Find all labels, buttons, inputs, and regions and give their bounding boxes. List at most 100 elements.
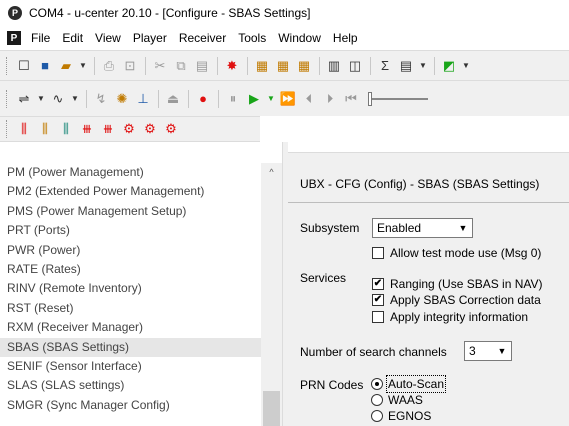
menu-edit[interactable]: Edit <box>62 31 83 45</box>
menu-player[interactable]: Player <box>133 31 167 45</box>
radio-icon <box>371 394 383 406</box>
prn-waas-label: WAAS <box>388 393 423 407</box>
chevron-down-icon[interactable]: ▼ <box>454 219 472 237</box>
record-icon[interactable]: ● <box>193 89 213 109</box>
cut-icon[interactable]: ✂ <box>150 56 170 76</box>
window-2-icon[interactable]: ▦ <box>273 56 293 76</box>
menu-help[interactable]: Help <box>333 31 358 45</box>
antenna-icon[interactable]: ⊥ <box>133 89 153 109</box>
clear-icon[interactable]: ✸ <box>222 56 242 76</box>
message-h-icon[interactable]: ⫼ <box>14 119 34 139</box>
toolbar-separator <box>434 56 435 75</box>
step-back-icon[interactable]: ⏴ <box>299 89 319 109</box>
list-item-pms[interactable]: PMS (Power Management Setup) <box>0 202 282 221</box>
eject-icon[interactable]: ⏏ <box>163 89 183 109</box>
chart-dropdown-icon[interactable]: ▼ <box>460 56 472 76</box>
list-dropdown-icon[interactable]: ▼ <box>417 56 429 76</box>
rewind-to-start-icon[interactable]: ⏮ <box>341 89 361 109</box>
list-item-rst[interactable]: RST (Reset) <box>0 299 282 318</box>
standard-toolbar: ☐ ■ ▰ ▼ ⎙ ⊡ ✂ ⧉ ▤ ✸ ▦ ▦ ▦ ▥ ◫ Σ ▤ ▼ ◩ ▼ <box>0 50 569 80</box>
list-item-pm2[interactable]: PM2 (Extended Power Management) <box>0 182 282 201</box>
message-c-icon[interactable]: ⫼ <box>56 119 76 139</box>
scrollbar-thumb[interactable] <box>263 391 280 426</box>
prn-egnos-radio[interactable]: EGNOS <box>371 409 431 423</box>
debug-2-icon[interactable]: ⧻ <box>98 119 118 139</box>
baudrate-icon[interactable]: ∿ <box>48 89 68 109</box>
list-view-icon[interactable]: ▤ <box>396 56 416 76</box>
list-item-rinv[interactable]: RINV (Remote Inventory) <box>0 279 282 298</box>
toolbar-grip[interactable] <box>6 89 9 108</box>
list-item-pwr[interactable]: PWR (Power) <box>0 241 282 260</box>
subsystem-select[interactable]: Enabled ▼ <box>372 218 473 238</box>
menu-view[interactable]: View <box>95 31 121 45</box>
list-item-rxm[interactable]: RXM (Receiver Manager) <box>0 318 282 337</box>
toolbar-grip[interactable] <box>6 56 9 75</box>
gear-3-icon[interactable]: ⚙ <box>161 119 181 139</box>
scroll-up-icon[interactable]: ^ <box>261 163 282 180</box>
document-icon[interactable]: P <box>7 31 21 45</box>
print-preview-icon[interactable]: ⊡ <box>120 56 140 76</box>
open-folder-icon[interactable]: ▰ <box>56 56 76 76</box>
chart-icon[interactable]: ◩ <box>439 56 459 76</box>
checkmark-icon: ✔ <box>372 294 384 306</box>
step-forward-icon[interactable]: ⏵ <box>320 89 340 109</box>
toolbar-separator <box>86 89 87 108</box>
list-scrollbar[interactable]: ^ <box>261 163 282 426</box>
list-item-sbas[interactable]: SBAS (SBAS Settings) <box>0 337 282 357</box>
playback-slider-thumb[interactable] <box>368 91 372 106</box>
ranging-checkbox[interactable]: ✔ Ranging (Use SBAS in NAV) <box>372 277 543 291</box>
window-1-icon[interactable]: ▦ <box>252 56 272 76</box>
toolbar-separator <box>370 56 371 75</box>
list-item-senif[interactable]: SENIF (Sensor Interface) <box>0 357 282 376</box>
pause-icon[interactable]: ⏸ <box>223 89 243 109</box>
window-3-icon[interactable]: ▦ <box>294 56 314 76</box>
autobauding-icon[interactable]: ↯ <box>91 89 111 109</box>
chevron-down-icon[interactable]: ▼ <box>493 342 511 360</box>
open-dropdown-icon[interactable]: ▼ <box>77 56 89 76</box>
debug-1-icon[interactable]: ⧻ <box>77 119 97 139</box>
new-file-icon[interactable]: ☐ <box>14 56 34 76</box>
cascade-icon[interactable]: ◫ <box>345 56 365 76</box>
menu-window[interactable]: Window <box>278 31 321 45</box>
play-dropdown-icon[interactable]: ▼ <box>265 89 277 109</box>
checkbox-box <box>372 311 384 323</box>
menu-receiver[interactable]: Receiver <box>179 31 226 45</box>
message-w-icon[interactable]: ⫼ <box>35 119 55 139</box>
prn-auto-scan-label: Auto-Scan <box>385 375 447 393</box>
messages-toolbar: ⫼ ⫼ ⫼ ⧻ ⧻ ⚙ ⚙ ⚙ <box>0 116 260 142</box>
menu-file[interactable]: File <box>31 31 50 45</box>
sum-icon[interactable]: Σ <box>375 56 395 76</box>
checkmark-icon: ✔ <box>372 278 384 290</box>
list-item-pm[interactable]: PM (Power Management) <box>0 163 282 182</box>
apply-correction-checkbox[interactable]: ✔ Apply SBAS Correction data <box>372 293 541 307</box>
connection-dropdown-icon[interactable]: ▼ <box>35 89 47 109</box>
play-icon[interactable]: ▶ <box>244 89 264 109</box>
window-title: COM4 - u-center 20.10 - [Configure - SBA… <box>29 6 311 20</box>
list-item-slas[interactable]: SLAS (SLAS settings) <box>0 376 282 395</box>
u-center-app-icon[interactable]: P <box>8 6 22 20</box>
list-item-smgr[interactable]: SMGR (Sync Manager Config) <box>0 396 282 415</box>
apply-integrity-checkbox[interactable]: Apply integrity information <box>372 310 528 324</box>
playback-slider[interactable] <box>368 91 428 106</box>
toolbar-grip[interactable] <box>6 120 9 138</box>
allow-test-mode-checkbox[interactable]: Allow test mode use (Msg 0) <box>372 246 541 260</box>
channels-select[interactable]: 3 ▼ <box>464 341 512 361</box>
prn-auto-scan-radio[interactable]: Auto-Scan <box>371 375 447 393</box>
radio-icon <box>371 410 383 422</box>
connection-icon[interactable]: ⇌ <box>14 89 34 109</box>
list-item-prt[interactable]: PRT (Ports) <box>0 221 282 240</box>
prn-waas-radio[interactable]: WAAS <box>371 393 423 407</box>
prn-egnos-label: EGNOS <box>388 409 432 423</box>
print-icon[interactable]: ⎙ <box>99 56 119 76</box>
baudrate-dropdown-icon[interactable]: ▼ <box>69 89 81 109</box>
paste-icon[interactable]: ▤ <box>192 56 212 76</box>
gear-2-icon[interactable]: ⚙ <box>140 119 160 139</box>
list-item-rate[interactable]: RATE (Rates) <box>0 260 282 279</box>
gear-1-icon[interactable]: ⚙ <box>119 119 139 139</box>
polling-icon[interactable]: ✺ <box>112 89 132 109</box>
tile-icon[interactable]: ▥ <box>324 56 344 76</box>
copy-icon[interactable]: ⧉ <box>171 56 191 76</box>
menu-tools[interactable]: Tools <box>238 31 266 45</box>
fast-forward-icon[interactable]: ⏩ <box>278 89 298 109</box>
save-icon[interactable]: ■ <box>35 56 55 76</box>
